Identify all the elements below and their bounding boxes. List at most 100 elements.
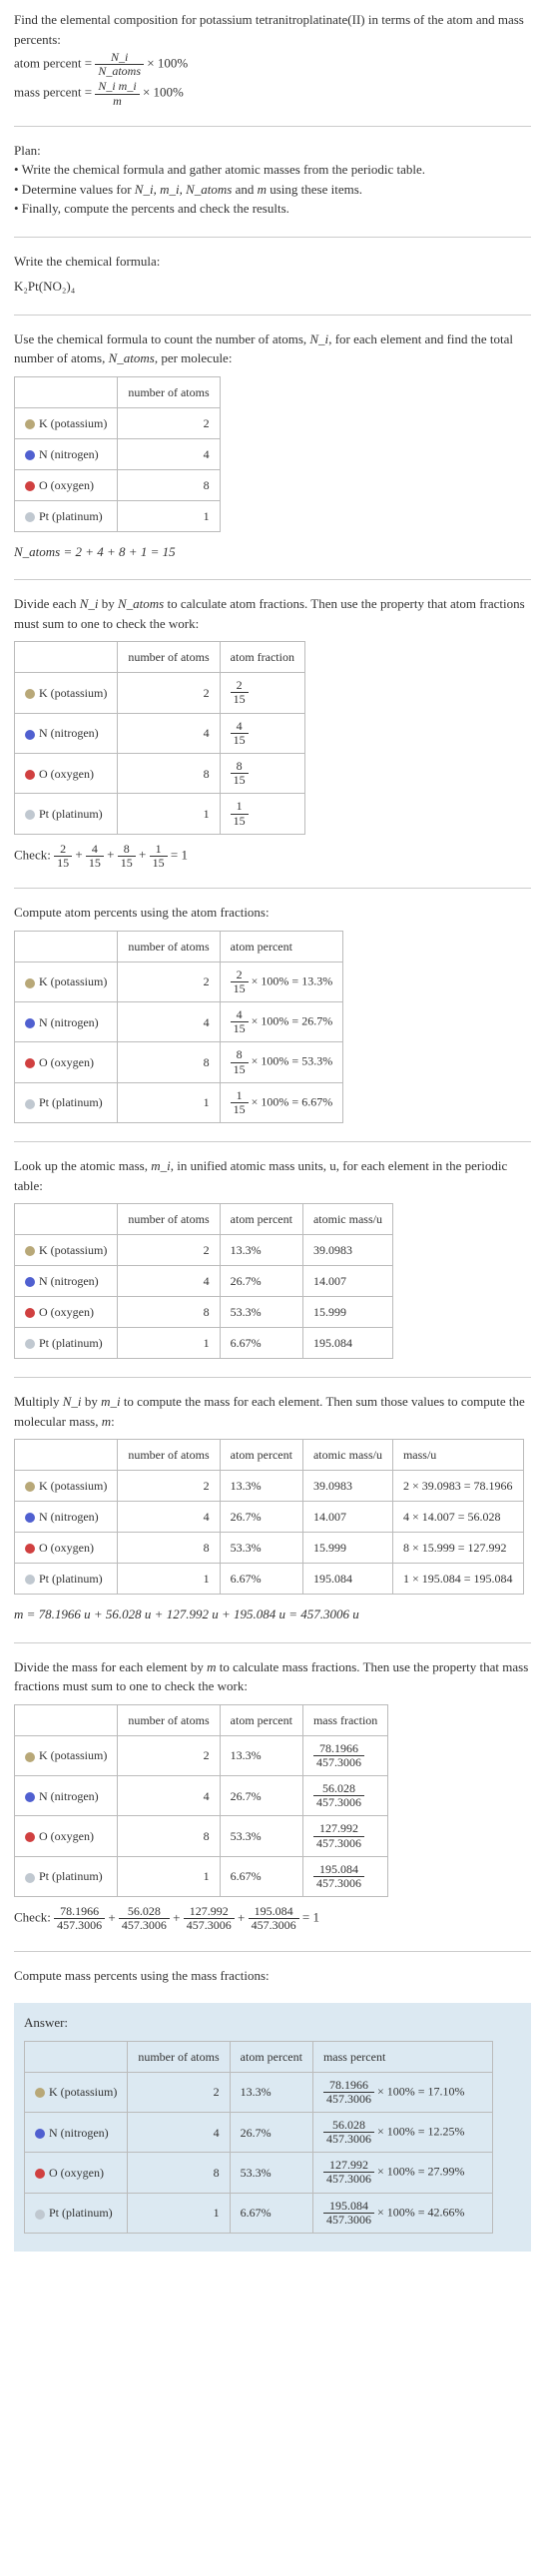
mass-percent-cell: 56.028457.3006 × 100% = 12.25% bbox=[312, 2112, 492, 2152]
mass-fraction-block: Divide the mass for each element by m to… bbox=[14, 1657, 531, 1933]
atomic-mass-cell: 195.084 bbox=[302, 1328, 392, 1359]
element-cell: Pt (platinum) bbox=[15, 794, 118, 834]
mass-fraction-cell: 127.992457.3006 bbox=[302, 1816, 387, 1856]
mass-percent-cell: 78.1966457.3006 × 100% = 17.10% bbox=[312, 2072, 492, 2112]
atom-percent-cell: 6.67% bbox=[220, 1564, 302, 1595]
fraction: 415 bbox=[231, 720, 249, 747]
divider bbox=[14, 888, 531, 889]
atoms-cell: 4 bbox=[128, 2112, 230, 2152]
table-row: N (nitrogen)426.7%14.007 bbox=[15, 1266, 393, 1297]
table-row: O (oxygen)853.3%127.992457.3006 bbox=[15, 1816, 388, 1856]
table-row: K (potassium)213.3%39.0983 bbox=[15, 1235, 393, 1266]
atoms-cell: 4 bbox=[118, 1266, 220, 1297]
table-row: O (oxygen)853.3%15.9998 × 15.999 = 127.9… bbox=[15, 1533, 524, 1564]
table-row: N (nitrogen)4 bbox=[15, 438, 221, 469]
atom-percent-cell: 6.67% bbox=[220, 1328, 302, 1359]
element-cell: O (oxygen) bbox=[15, 1297, 118, 1328]
atomic-mass-block: Look up the atomic mass, m_i, in unified… bbox=[14, 1156, 531, 1359]
element-cell: O (oxygen) bbox=[15, 469, 118, 500]
element-cell: Pt (platinum) bbox=[15, 500, 118, 531]
mass-percent-cell: 127.992457.3006 × 100% = 27.99% bbox=[312, 2153, 492, 2193]
natoms-total: N_atoms = 2 + 4 + 8 + 1 = 15 bbox=[14, 542, 531, 562]
mass-percent-fraction: N_i m_i m bbox=[95, 80, 139, 107]
table-row: Pt (platinum)16.67%195.084457.3006 × 100… bbox=[25, 2193, 493, 2233]
atoms-cell: 1 bbox=[118, 1856, 220, 1896]
fraction: 115 bbox=[150, 843, 168, 870]
mass-percent-cell: 195.084457.3006 × 100% = 42.66% bbox=[312, 2193, 492, 2233]
atomic-mass-cell: 15.999 bbox=[302, 1297, 392, 1328]
molecular-mass-block: Multiply N_i by m_i to compute the mass … bbox=[14, 1392, 531, 1624]
fraction: 415 bbox=[231, 1008, 249, 1035]
atom-percent-cell: 13.3% bbox=[220, 1471, 302, 1502]
answer-header: Answer: bbox=[24, 2013, 521, 2033]
fraction: 195.084457.3006 bbox=[249, 1905, 299, 1932]
percent-cell: 215 × 100% = 13.3% bbox=[220, 962, 343, 1001]
element-cell: O (oxygen) bbox=[15, 1533, 118, 1564]
prompt-text: Find the elemental composition for potas… bbox=[14, 10, 531, 49]
atoms-cell: 2 bbox=[118, 1235, 220, 1266]
chemical-formula: K₂Pt(NO₂)₄ bbox=[14, 277, 531, 297]
fraction: 78.1966457.3006 bbox=[323, 2079, 374, 2106]
atoms-cell: 8 bbox=[118, 1042, 220, 1082]
element-swatch-icon bbox=[25, 770, 35, 780]
element-swatch-icon bbox=[25, 1873, 35, 1883]
element-cell: Pt (platinum) bbox=[25, 2193, 128, 2233]
divider bbox=[14, 1951, 531, 1952]
atomfrac-check: Check: 215 + 415 + 815 + 115 = 1 bbox=[14, 843, 531, 870]
atom-percent-cell: 6.67% bbox=[230, 2193, 312, 2233]
atoms-cell: 8 bbox=[118, 1297, 220, 1328]
molmass-total: m = 78.1966 u + 56.028 u + 127.992 u + 1… bbox=[14, 1605, 531, 1624]
element-cell: Pt (platinum) bbox=[15, 1328, 118, 1359]
table-row: Pt (platinum)1 bbox=[15, 500, 221, 531]
atom-percent-cell: 26.7% bbox=[220, 1266, 302, 1297]
answer-table: number of atomsatom percentmass percent … bbox=[24, 2041, 493, 2235]
element-cell: K (potassium) bbox=[15, 673, 118, 713]
atom-percent-cell: 53.3% bbox=[220, 1816, 302, 1856]
percent-cell: 815 × 100% = 53.3% bbox=[220, 1042, 343, 1082]
atoms-cell: 8 bbox=[118, 754, 220, 794]
atom-percent-fraction: N_i N_atoms bbox=[95, 51, 144, 78]
element-cell: K (potassium) bbox=[15, 407, 118, 438]
atoms-cell: 1 bbox=[118, 794, 220, 834]
fraction: 127.992457.3006 bbox=[184, 1905, 235, 1932]
atom-percent-cell: 53.3% bbox=[230, 2153, 312, 2193]
fraction: 195.084457.3006 bbox=[313, 1863, 364, 1890]
element-swatch-icon bbox=[25, 1339, 35, 1349]
element-swatch-icon bbox=[25, 481, 35, 491]
fraction-cell: 215 bbox=[220, 673, 304, 713]
count-intro: Use the chemical formula to count the nu… bbox=[14, 329, 531, 368]
table-row: Pt (platinum)16.67%195.084 bbox=[15, 1328, 393, 1359]
divider bbox=[14, 579, 531, 580]
atoms-cell: 2 bbox=[118, 962, 220, 1001]
fraction: 815 bbox=[231, 760, 249, 787]
element-cell: N (nitrogen) bbox=[15, 1266, 118, 1297]
atom-fraction-block: Divide each N_i by N_atoms to calculate … bbox=[14, 594, 531, 870]
fraction: 127.992457.3006 bbox=[323, 2159, 374, 2186]
fraction: 215 bbox=[231, 679, 249, 706]
atomic-mass-cell: 195.084 bbox=[302, 1564, 392, 1595]
atomicmass-table: number of atomsatom percentatomic mass/u… bbox=[14, 1203, 393, 1359]
table-row: Pt (platinum)16.67%195.0841 × 195.084 = … bbox=[15, 1564, 524, 1595]
times-100-a: × 100% bbox=[147, 56, 188, 71]
divider bbox=[14, 1642, 531, 1643]
massfrac-intro: Divide the mass for each element by m to… bbox=[14, 1657, 531, 1696]
element-swatch-icon bbox=[25, 978, 35, 988]
chemical-formula-block: Write the chemical formula: K₂Pt(NO₂)₄ bbox=[14, 252, 531, 297]
fraction: 415 bbox=[86, 843, 104, 870]
element-cell: Pt (platinum) bbox=[15, 1564, 118, 1595]
atom-percent-label: atom percent = bbox=[14, 56, 92, 71]
mass-u-cell: 4 × 14.007 = 56.028 bbox=[392, 1502, 523, 1533]
element-cell: N (nitrogen) bbox=[15, 1002, 118, 1042]
atom-percent-formula: atom percent = N_i N_atoms × 100% bbox=[14, 51, 531, 78]
table-row: N (nitrogen)426.7%56.028457.3006 × 100% … bbox=[25, 2112, 493, 2152]
fraction: 56.028457.3006 bbox=[119, 1905, 170, 1932]
atomic-mass-cell: 39.0983 bbox=[302, 1471, 392, 1502]
percent-cell: 115 × 100% = 6.67% bbox=[220, 1082, 343, 1122]
mass-fraction-cell: 195.084457.3006 bbox=[302, 1856, 387, 1896]
table-row: K (potassium)2 bbox=[15, 407, 221, 438]
atompct-table: number of atomsatom percent K (potassium… bbox=[14, 931, 343, 1124]
atoms-cell: 2 bbox=[128, 2072, 230, 2112]
fraction: 56.028457.3006 bbox=[323, 2119, 374, 2146]
element-swatch-icon bbox=[25, 1277, 35, 1287]
element-swatch-icon bbox=[25, 810, 35, 820]
